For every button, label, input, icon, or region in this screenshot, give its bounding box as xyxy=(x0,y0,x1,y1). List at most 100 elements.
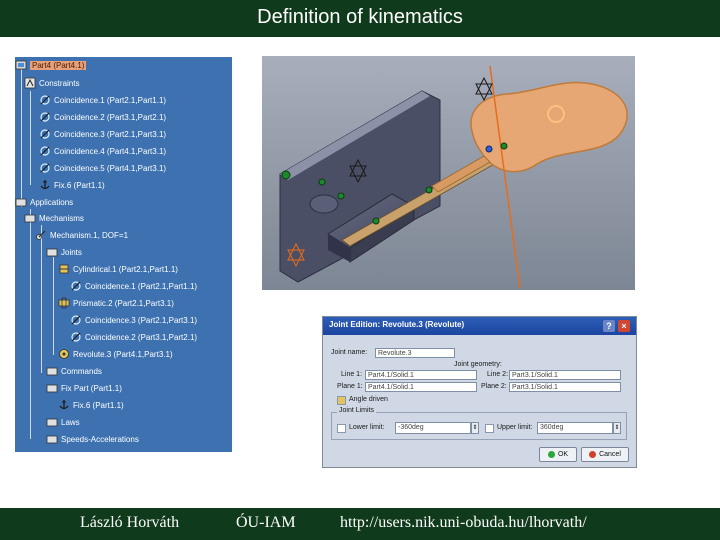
cylinder-boss[interactable] xyxy=(309,194,339,214)
tree-item-cylindrical[interactable]: Cylindrical.1 (Part2.1,Part1.1) xyxy=(58,261,178,277)
coincidence-icon xyxy=(71,281,81,291)
tree-label: Coincidence.1 (Part2.1,Part1.1) xyxy=(54,95,167,105)
tree-item-coincidence[interactable]: Coincidence.5 (Part4.1,Part3.1) xyxy=(39,160,166,176)
footer-author: László Horváth xyxy=(80,514,180,531)
lower-limit-label: Lower limit: xyxy=(349,424,385,431)
tree-label: Commands xyxy=(61,366,102,376)
coincidence-icon xyxy=(40,95,50,105)
lower-limit-spinner-icon[interactable]: ⇕ xyxy=(471,422,479,434)
prismatic-joint-icon xyxy=(58,297,70,309)
coincidence-icon xyxy=(71,315,81,325)
tree-connector xyxy=(30,209,31,439)
tree-item-constraints[interactable]: Constraints xyxy=(24,75,79,91)
tree-item-prismatic[interactable]: Prismatic.2 (Part2.1,Part3.1) xyxy=(58,295,174,311)
tree-label: Constraints xyxy=(39,78,80,88)
lower-limit-checkbox[interactable] xyxy=(337,424,346,433)
coincidence-icon xyxy=(40,163,50,173)
cancel-label: Cancel xyxy=(599,451,621,458)
upper-limit-checkbox[interactable] xyxy=(485,424,494,433)
specification-tree[interactable]: Part4 (Part4.1) Constraints Coincidence.… xyxy=(15,57,232,452)
tree-item-fixpart[interactable]: Fix Part (Part1.1) xyxy=(46,380,122,396)
tree-label: Cylindrical.1 (Part2.1,Part1.1) xyxy=(73,264,178,274)
tree-label: Fix Part (Part1.1) xyxy=(61,383,122,393)
line2-field[interactable]: Part3.1/Solid.1 xyxy=(509,370,621,380)
constraint-marker xyxy=(425,186,433,194)
dialog-title: Joint Edition: Revolute.3 (Revolute) xyxy=(329,320,465,329)
coincidence-icon xyxy=(40,146,50,156)
tree-item-revolute[interactable]: Revolute.3 (Part4.1,Part3.1) xyxy=(58,346,173,362)
tree-item-commands[interactable]: Commands xyxy=(46,363,102,379)
tree-item-applications[interactable]: Applications xyxy=(15,194,73,210)
tree-item-coincidence[interactable]: Coincidence.4 (Part4.1,Part3.1) xyxy=(39,143,166,159)
line1-field[interactable]: Part4.1/Solid.1 xyxy=(365,370,477,380)
anchor-icon xyxy=(40,180,50,190)
tree-item-speeds[interactable]: Speeds-Accelerations xyxy=(46,431,139,447)
tree-item-fix[interactable]: Fix.6 (Part1.1) xyxy=(58,397,124,413)
tree-label: Coincidence.1 (Part2.1,Part1.1) xyxy=(85,281,198,291)
close-button[interactable]: × xyxy=(618,320,630,332)
angle-driven-label: Angle driven xyxy=(349,396,388,403)
tree-connector xyxy=(41,225,42,373)
tree-label: Fix.6 (Part1.1) xyxy=(54,180,105,190)
tree-label: Mechanism.1, DOF=1 xyxy=(50,230,129,240)
line1-label: Line 1: xyxy=(341,371,363,378)
tree-item-mechanisms[interactable]: Mechanisms xyxy=(24,210,84,226)
footer-institution: ÓU-IAM xyxy=(236,514,296,531)
upper-limit-input[interactable]: 360deg xyxy=(537,422,613,434)
footer-bar: László Horváth ÓU-IAM http://users.nik.u… xyxy=(0,508,720,540)
cancel-button[interactable]: Cancel xyxy=(581,447,629,462)
tree-connector xyxy=(53,257,54,355)
tree-label: Revolute.3 (Part4.1,Part3.1) xyxy=(73,349,173,359)
speeds-icon xyxy=(46,435,58,444)
fixpart-icon xyxy=(46,384,58,393)
joint-edition-dialog[interactable]: Joint Edition: Revolute.3 (Revolute) ? ×… xyxy=(322,316,637,468)
dialog-title-bar[interactable]: Joint Edition: Revolute.3 (Revolute) ? × xyxy=(323,317,636,335)
plane2-label: Plane 2: xyxy=(481,383,507,390)
laws-icon xyxy=(46,418,58,427)
commands-icon xyxy=(46,367,58,376)
slide-title: Definition of kinematics xyxy=(257,6,463,28)
tree-item-coincidence[interactable]: Coincidence.1 (Part2.1,Part1.1) xyxy=(70,278,197,294)
tree-item-joints[interactable]: Joints xyxy=(46,244,82,260)
upper-limit-spinner-icon[interactable]: ⇕ xyxy=(613,422,621,434)
tree-item-coincidence[interactable]: Coincidence.2 (Part3.1,Part2.1) xyxy=(70,329,197,345)
applications-icon xyxy=(15,198,27,207)
cancel-icon xyxy=(589,451,597,458)
tree-label: Coincidence.3 (Part2.1,Part3.1) xyxy=(54,129,167,139)
tree-label: Coincidence.5 (Part4.1,Part3.1) xyxy=(54,163,167,173)
constraint-marker xyxy=(281,170,291,180)
joint-name-input[interactable]: Revolute.3 xyxy=(375,348,455,358)
tree-item-coincidence[interactable]: Coincidence.3 (Part2.1,Part3.1) xyxy=(70,312,197,328)
tree-label: Laws xyxy=(61,417,80,427)
footer-url[interactable]: http://users.nik.uni-obuda.hu/lhorvath/ xyxy=(340,514,587,532)
tree-item-coincidence[interactable]: Coincidence.3 (Part2.1,Part3.1) xyxy=(39,126,166,142)
3d-viewport[interactable] xyxy=(262,56,635,290)
tree-connector xyxy=(30,91,31,185)
lower-limit-input[interactable]: -360deg xyxy=(395,422,471,434)
constraint-marker xyxy=(500,142,508,150)
ok-button[interactable]: OK xyxy=(539,447,577,462)
product-icon xyxy=(15,60,27,70)
help-button[interactable]: ? xyxy=(603,320,615,332)
tree-label: Applications xyxy=(30,197,74,207)
revolute-joint-icon xyxy=(59,349,69,359)
tree-label: Part4 (Part4.1) xyxy=(30,60,87,70)
plane1-field[interactable]: Part4.1/Solid.1 xyxy=(365,382,477,392)
anchor-icon xyxy=(59,400,69,410)
angle-driven-checkbox[interactable] xyxy=(337,396,346,405)
tree-item-root[interactable]: Part4 (Part4.1) xyxy=(15,57,87,73)
joints-icon xyxy=(46,248,58,257)
tree-item-fix[interactable]: Fix.6 (Part1.1) xyxy=(39,177,105,193)
tree-label: Joints xyxy=(61,247,82,257)
tree-item-coincidence[interactable]: Coincidence.2 (Part3.1,Part2.1) xyxy=(39,109,166,125)
tree-item-laws[interactable]: Laws xyxy=(46,414,80,430)
tree-item-mechanism1[interactable]: Mechanism.1, DOF=1 xyxy=(35,227,128,243)
coincidence-icon xyxy=(71,332,81,342)
plane2-field[interactable]: Part3.1/Solid.1 xyxy=(509,382,621,392)
coincidence-icon xyxy=(40,112,50,122)
joint-name-label: Joint name: xyxy=(331,349,368,356)
cylindrical-joint-icon xyxy=(59,264,69,274)
constraint-marker xyxy=(485,145,493,153)
tree-item-coincidence[interactable]: Coincidence.1 (Part2.1,Part1.1) xyxy=(39,92,166,108)
mechanism-3d-model xyxy=(262,56,635,290)
